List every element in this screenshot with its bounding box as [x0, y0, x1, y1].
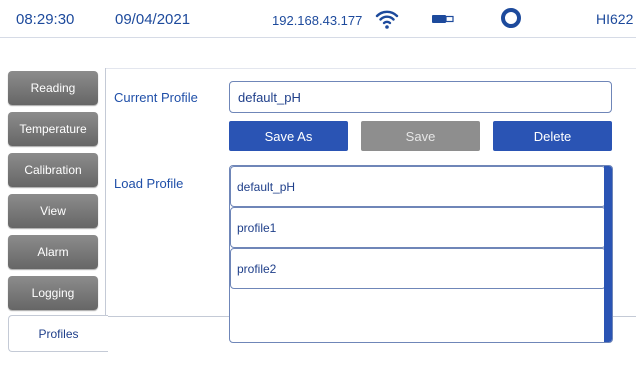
clock-time: 08:29:30 [16, 11, 75, 28]
profile-list[interactable]: default_pH profile1 profile2 [229, 165, 613, 343]
tab-reading[interactable]: Reading [8, 71, 98, 105]
tab-alarm[interactable]: Alarm [8, 235, 98, 269]
list-item[interactable]: profile2 [230, 248, 606, 289]
load-profile-label: Load Profile [114, 176, 184, 191]
tab-profiles[interactable]: Profiles [8, 315, 108, 352]
wifi-icon [375, 10, 399, 29]
current-profile-field[interactable]: default_pH [229, 81, 612, 113]
tab-logging[interactable]: Logging [8, 276, 98, 310]
ring-icon [501, 8, 521, 28]
status-bar: 08:29:30 09/04/2021 192.168.43.177 HI622 [0, 0, 636, 38]
save-as-button[interactable]: Save As [229, 121, 348, 151]
tab-temperature[interactable]: Temperature [8, 112, 98, 146]
current-profile-value: default_pH [238, 89, 301, 105]
panel-border-top [105, 68, 636, 69]
current-profile-label: Current Profile [114, 90, 198, 105]
ip-address: 192.168.43.177 [272, 13, 363, 28]
list-item[interactable]: profile1 [230, 207, 606, 248]
save-button[interactable]: Save [361, 121, 480, 151]
list-scrollbar[interactable] [604, 166, 612, 342]
list-item[interactable]: default_pH [230, 166, 606, 207]
device-model: HI622 [596, 11, 634, 27]
tab-calibration[interactable]: Calibration [8, 153, 98, 187]
delete-button[interactable]: Delete [493, 121, 612, 151]
panel-border-left [105, 68, 106, 317]
usb-icon [432, 15, 454, 23]
tab-view[interactable]: View [8, 194, 98, 228]
clock-date: 09/04/2021 [115, 11, 191, 28]
